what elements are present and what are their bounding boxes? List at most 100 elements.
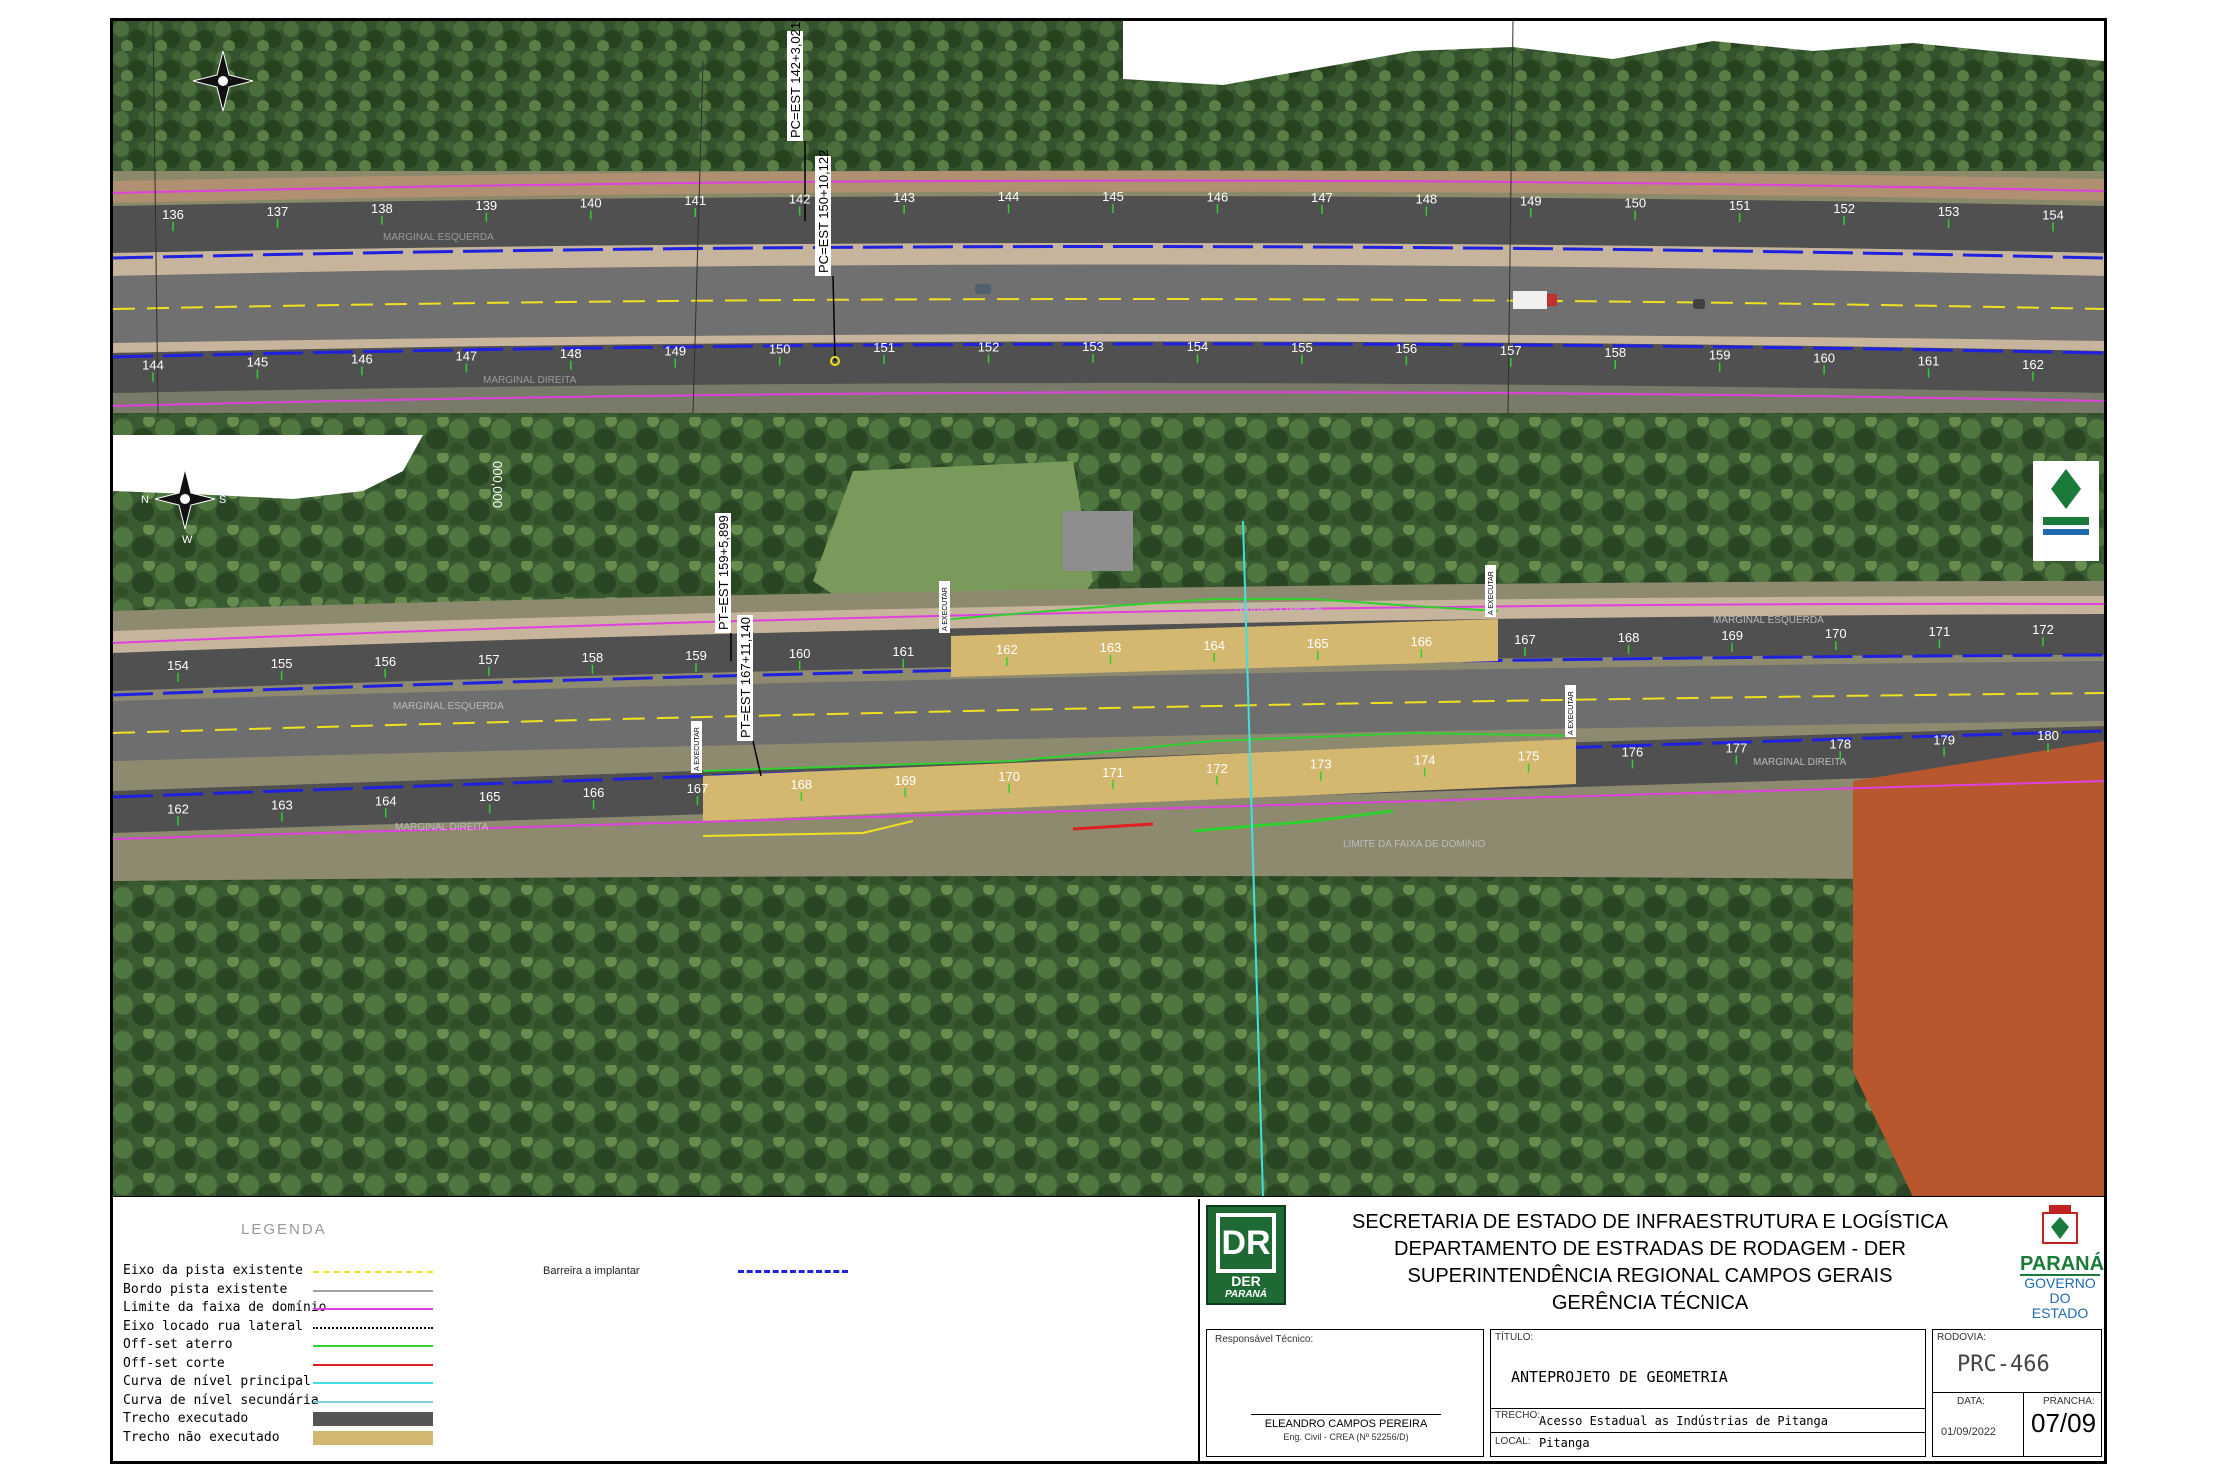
top-left-station-label: 152: [1833, 201, 1855, 216]
bottom-marginal-direita-label: MARGINAL DIREITA: [1753, 757, 1847, 768]
map-view: PC=EST 142+3,021 PC=EST 150+10,122 MARGI…: [113, 21, 2104, 1197]
bottom-right-station-label: 180: [2037, 728, 2059, 743]
bottom-left-station-label: 158: [582, 650, 604, 665]
top-left-station-label: 147: [1311, 190, 1333, 205]
house-roof: [1063, 511, 1133, 571]
legend-item: Curva de nível secundária: [123, 1392, 319, 1408]
bottom-callout-pt1: PT=EST 159+5,899: [716, 515, 731, 630]
legend-sample: [313, 1345, 433, 1347]
compass-letter-e: S: [219, 494, 226, 506]
top-left-station-label: 149: [1520, 193, 1542, 208]
top-left-station-label: 139: [475, 198, 497, 213]
bottom-left-station-label: 162: [996, 642, 1018, 657]
legend-sample: [313, 1326, 433, 1329]
top-marginal-direita-label: MARGINAL DIREITA: [483, 375, 577, 386]
legend-title: LEGENDA: [241, 1221, 327, 1238]
bottom-left-station-label: 165: [1307, 636, 1329, 651]
bottom-right-station-label: 177: [1725, 740, 1747, 755]
titulo-value: ANTEPROJETO DE GEOMETRIA: [1511, 1368, 1728, 1386]
der-logo-sub: PARANÁ: [1224, 1289, 1268, 1300]
top-left-station-label: 141: [684, 193, 706, 208]
top-left-station-label: 150: [1624, 196, 1646, 211]
top-right-station-label: 155: [1291, 340, 1313, 355]
top-right-station-label: 148: [560, 346, 582, 361]
bottom-left-station-label: 171: [1929, 624, 1951, 639]
legend-sample: [313, 1289, 433, 1292]
der-logo: DR DER PARANÁ: [1206, 1205, 1286, 1305]
org-line-1: SECRETARIA DE ESTADO DE INFRAESTRUTURA E…: [1351, 1211, 1949, 1233]
bottom-left-station-label: 167: [1514, 632, 1536, 647]
titulo-cell: TÍTULO: ANTEPROJETO DE GEOMETRIA TRECHO:…: [1490, 1329, 1926, 1457]
bottom-right-station-label: 170: [998, 769, 1020, 784]
top-right-station-label: 158: [1604, 345, 1626, 360]
top-callout-pc1: PC=EST 142+3,021: [788, 22, 803, 138]
der-logo-text: DER: [1231, 1273, 1261, 1289]
legend-panel: LEGENDA Eixo da pista existente Bordo pis…: [113, 1199, 1198, 1461]
rodovia-label: RODOVIA:: [1937, 1332, 1986, 1343]
top-callout-pc2: PC=EST 150+10,122: [816, 150, 831, 273]
top-right-station-label: 156: [1395, 341, 1417, 356]
a-executar-tag-1: A EXECUTAR: [942, 587, 949, 631]
legend-item: Eixo da pista existente: [123, 1263, 304, 1278]
a-executar-tag-2: A EXECUTAR: [1488, 571, 1495, 615]
rodovia-value: PRC-466: [1957, 1352, 2050, 1377]
data-label: DATA:: [1957, 1396, 1985, 1407]
top-right-station-label: 149: [664, 343, 686, 358]
bottom-left-station-label: 154: [167, 658, 189, 673]
top-left-station-label: 143: [893, 190, 915, 205]
legend-sample: [313, 1382, 433, 1384]
bottom-right-station-label: 176: [1622, 744, 1644, 759]
bottom-marginal-esquerda-label-2: MARGINAL ESQUERDA: [393, 701, 504, 712]
bottom-right-station-label: 178: [1829, 736, 1851, 751]
bottom-marginal-direita-label-2: MARGINAL DIREITA: [395, 822, 489, 833]
top-left-station-label: 153: [1938, 204, 1960, 219]
compass-letter-n: E: [182, 456, 189, 468]
top-right-station-label: 161: [1918, 354, 1940, 369]
drawing-sheet: PC=EST 142+3,021 PC=EST 150+10,122 MARGI…: [110, 18, 2107, 1464]
bottom-left-station-label: 169: [1721, 628, 1743, 643]
bottom-right-station-label: 168: [790, 777, 812, 792]
bottom-left-station-label: 156: [374, 654, 396, 669]
a-executar-tag-4: A EXECUTAR: [1568, 691, 1575, 735]
top-right-station-label: 144: [142, 358, 164, 373]
gov-logo-sub2: DO ESTADO: [2031, 1290, 2089, 1321]
legend-sample: [313, 1412, 433, 1426]
main-highway-top: [113, 264, 2104, 343]
gov-logo-text: PARANÁ: [2020, 1253, 2105, 1275]
top-left-station-label: 142: [789, 191, 811, 206]
bottom-right-station-label: 167: [687, 781, 709, 796]
top-right-station-label: 153: [1082, 339, 1104, 354]
bottom-right-station-label: 172: [1206, 761, 1228, 776]
top-left-station-label: 145: [1102, 189, 1124, 204]
trecho-label: TRECHO:: [1495, 1410, 1540, 1421]
top-marginal-esquerda-label: MARGINAL ESQUERDA: [383, 232, 494, 243]
bottom-right-station-label: 169: [894, 773, 916, 788]
org-line-4: GERÊNCIA TÉCNICA: [1551, 1292, 1749, 1314]
parana-logo-map: [2033, 461, 2099, 561]
bottom-left-station-label: 168: [1618, 630, 1640, 645]
top-left-station-label: 151: [1729, 198, 1751, 213]
terraplenagem-label: TERRAPLENAGEM: [1233, 603, 1322, 614]
legend-sample: [313, 1271, 433, 1273]
bottom-left-station-label: 161: [892, 644, 914, 659]
top-left-station-label: 144: [998, 189, 1020, 204]
gov-logo-sub1: GOVERNO: [2020, 1274, 2100, 1291]
bottom-callout-pt2: PT=EST 167+11,140: [738, 617, 753, 738]
top-right-station-label: 162: [2022, 357, 2044, 372]
legend-item: Eixo locado rua lateral: [123, 1318, 304, 1334]
bottom-left-station-label: 159: [685, 648, 707, 663]
legend-sample: [313, 1363, 433, 1366]
bottom-right-station-label: 179: [1933, 732, 1955, 747]
legend-item: Trecho não executado: [123, 1429, 280, 1445]
top-left-station-label: 138: [371, 201, 393, 216]
bottom-panel: E N S W 000,000 PT=EST 159+5,899 PT=EST …: [113, 435, 2104, 1197]
top-right-station-label: 160: [1813, 350, 1835, 365]
responsavel-cell: Responsável Técnico: ELEANDRO CAMPOS PER…: [1206, 1329, 1484, 1457]
legend-item: Curva de nível principal: [123, 1374, 311, 1389]
bottom-left-station-label: 155: [271, 656, 293, 671]
responsavel-label: Responsável Técnico:: [1215, 1334, 1314, 1345]
bottom-left-station-label: 160: [789, 646, 811, 661]
bottom-right-station-label: 174: [1414, 753, 1436, 768]
bottom-left-station-label: 157: [478, 652, 500, 667]
prancha-value: 07/09: [2031, 1408, 2097, 1438]
